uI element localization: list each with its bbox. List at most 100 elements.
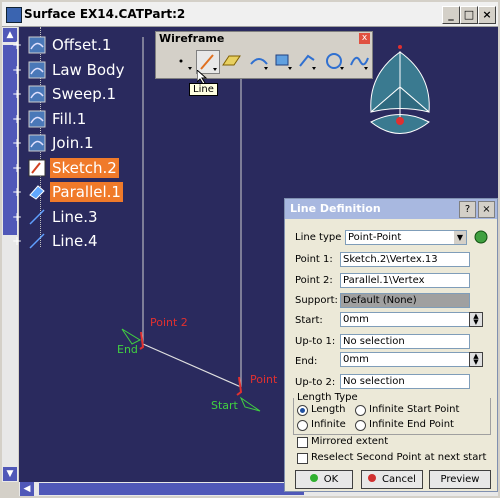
- law-icon: [28, 61, 46, 79]
- tree-item-label: Parallel.1: [50, 182, 123, 202]
- fill-icon: [28, 110, 46, 128]
- projection-tool-button[interactable]: [248, 50, 270, 72]
- window-title: Surface EX14.CATPart:2: [24, 7, 186, 21]
- infinite-radio-label: Infinite: [311, 419, 346, 430]
- tree-item-label: Offset.1: [52, 36, 112, 54]
- sketch-icon: [28, 159, 46, 177]
- minimize-button[interactable]: _: [442, 6, 460, 24]
- expand-icon[interactable]: +: [12, 186, 22, 198]
- start-label: Start: [211, 399, 238, 412]
- scroll-left-arrow-icon[interactable]: ◀: [20, 482, 34, 496]
- reselect-checkbox[interactable]: [297, 453, 308, 464]
- line-tooltip: Line: [189, 83, 218, 96]
- point1-field[interactable]: Sketch.2\Vertex.13: [340, 252, 470, 267]
- ok-icon: [309, 474, 318, 482]
- dialog-help-button[interactable]: ?: [459, 201, 476, 218]
- mirrored-checkbox[interactable]: [297, 437, 308, 448]
- support-label: Support:: [295, 295, 338, 306]
- tree-item-label: Sweep.1: [52, 85, 117, 103]
- point2-label: Point 2: [150, 316, 188, 329]
- ok-label: OK: [323, 474, 339, 485]
- tree-item-label: Join.1: [52, 134, 94, 152]
- wireframe-toolbar: Wireframe x: [155, 31, 373, 79]
- plane-tool-button[interactable]: [220, 50, 242, 72]
- maximize-button[interactable]: □: [460, 6, 478, 24]
- end-spinner-icon[interactable]: ▲ ▼: [469, 352, 483, 367]
- spline-tool-button[interactable]: [348, 50, 370, 72]
- offset-icon: [28, 36, 46, 54]
- tree-item-label: Fill.1: [52, 109, 87, 128]
- created-line: [142, 343, 242, 388]
- upto2-field[interactable]: No selection: [340, 374, 470, 389]
- infinite-radio[interactable]: [297, 420, 308, 431]
- toolbar-close-button[interactable]: x: [359, 33, 370, 44]
- point-label: Point: [250, 373, 278, 386]
- compass-widget: [370, 45, 430, 134]
- tree-item-label: Law Body: [52, 60, 125, 79]
- horizontal-scroll-thumb[interactable]: [39, 483, 304, 495]
- scroll-down-arrow-icon[interactable]: ▼: [3, 467, 17, 481]
- tree-item-label: Sketch.2: [50, 157, 119, 178]
- tree-item-label: Line.4: [52, 232, 98, 250]
- start-field-label: Start:: [295, 315, 323, 326]
- line-type-select[interactable]: Point-Point ▼: [345, 230, 467, 245]
- point1-label: Point 1:: [295, 254, 333, 265]
- point2-field-label: Point 2:: [295, 275, 333, 286]
- expand-icon[interactable]: +: [12, 113, 22, 125]
- toolbar-title: Wireframe: [159, 32, 225, 45]
- expand-icon[interactable]: +: [12, 137, 22, 149]
- point2-field[interactable]: Parallel.1\Vertex: [340, 273, 470, 288]
- upto1-label: Up-to 1:: [295, 336, 336, 347]
- close-button[interactable]: ×: [478, 6, 496, 24]
- end-label: End: [117, 343, 138, 356]
- sweep-icon: [28, 85, 46, 103]
- infinite-end-radio[interactable]: [355, 420, 366, 431]
- expand-icon[interactable]: +: [12, 88, 22, 100]
- start-spinner-icon[interactable]: ▲ ▼: [469, 312, 483, 327]
- length-radio-label: Length: [311, 404, 346, 415]
- chevron-down-icon[interactable]: ▼: [454, 231, 466, 244]
- upto2-label: Up-to 2:: [295, 377, 336, 388]
- line-definition-dialog: Line Definition ? × Line type : Point-Po…: [284, 198, 498, 492]
- cancel-label: Cancel: [382, 474, 416, 485]
- circle-tool-button[interactable]: [324, 50, 346, 72]
- catia-window: Surface EX14.CATPart:2 _ □ × ▲ ▼ Point 2…: [0, 0, 500, 498]
- offset-curve-tool-button[interactable]: [296, 50, 318, 72]
- start-arrow-marker: [239, 396, 261, 412]
- cancel-button[interactable]: Cancel: [361, 470, 423, 489]
- title-bar: Surface EX14.CATPart:2 _ □ ×: [2, 2, 498, 27]
- point-tool-button[interactable]: [172, 50, 194, 72]
- end-field-label: End:: [295, 356, 318, 367]
- expand-icon[interactable]: +: [12, 211, 22, 223]
- start-field[interactable]: 0mm: [340, 312, 470, 327]
- line-type-lock-icon[interactable]: [473, 229, 489, 245]
- mouse-cursor-icon: [197, 70, 208, 84]
- ok-button[interactable]: OK: [295, 470, 353, 489]
- line-type-label: Line type :: [295, 232, 348, 243]
- reselect-label: Reselect Second Point at next start: [311, 452, 487, 463]
- dialog-title: Line Definition: [290, 202, 381, 215]
- expand-icon[interactable]: +: [12, 64, 22, 76]
- cancel-icon: [368, 474, 377, 482]
- expand-icon[interactable]: +: [12, 162, 22, 174]
- mirrored-label: Mirrored extent: [311, 436, 389, 447]
- infinite-start-label: Infinite Start Point: [369, 404, 460, 415]
- support-field[interactable]: Default (None): [340, 293, 470, 308]
- length-radio[interactable]: [297, 405, 308, 416]
- intersection-tool-button[interactable]: [272, 50, 294, 72]
- line-type-value: Point-Point: [348, 232, 402, 243]
- dialog-close-button[interactable]: ×: [478, 201, 495, 218]
- upto1-field[interactable]: No selection: [340, 334, 470, 349]
- line-icon: [28, 208, 46, 226]
- infinite-start-radio[interactable]: [355, 405, 366, 416]
- dialog-title-bar[interactable]: Line Definition ? ×: [285, 199, 497, 219]
- expand-icon[interactable]: +: [12, 235, 22, 247]
- preview-button[interactable]: Preview: [429, 470, 491, 489]
- app-icon: [6, 7, 22, 23]
- join-icon: [28, 134, 46, 152]
- toolbar-header[interactable]: Wireframe x: [156, 32, 372, 46]
- parallel-icon: [28, 183, 46, 201]
- end-field[interactable]: 0mm: [340, 352, 470, 367]
- end-arrow-marker: [121, 328, 142, 345]
- expand-icon[interactable]: +: [12, 39, 22, 51]
